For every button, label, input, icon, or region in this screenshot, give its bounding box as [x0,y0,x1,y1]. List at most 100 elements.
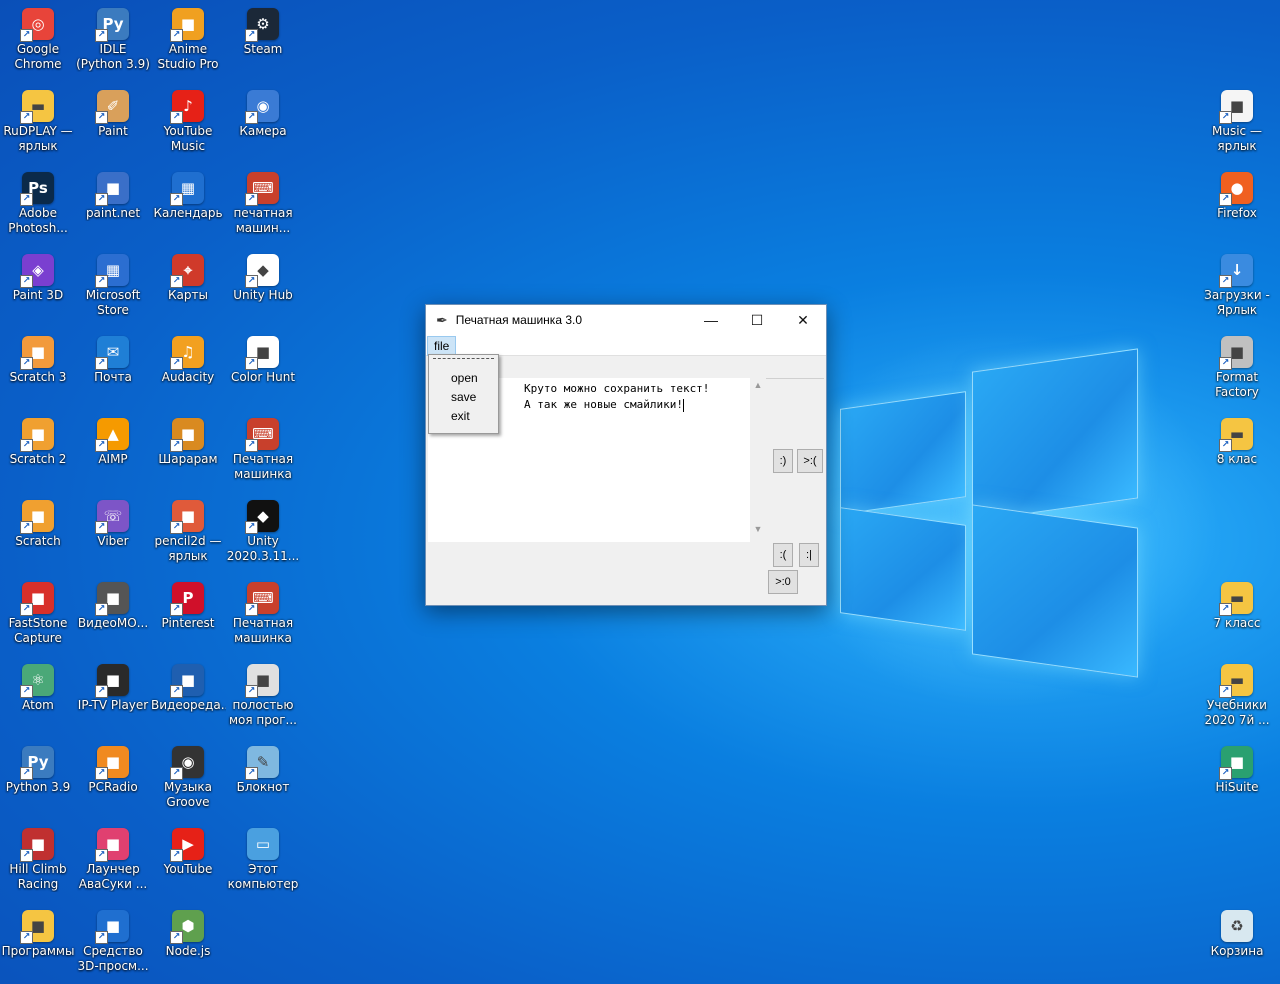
title-bar[interactable]: ✒ Печатная машинка 3.0 — ☐ ✕ [426,305,826,335]
desktop-icon[interactable]: ✎ ↗ Блокнот [225,742,301,820]
desktop-icon[interactable]: ■ ↗ ВидеоМО... [75,578,151,656]
desktop-icon[interactable]: ⚙ ↗ Steam [225,4,301,82]
icon-glyph: ◉ [256,96,270,115]
desktop-icon[interactable]: ▬ ↗ 8 клас [1199,414,1275,492]
desktop-icon[interactable]: ☏ ↗ Viber [75,496,151,574]
desktop-icon[interactable]: ■ ↗ HiSuite [1199,742,1275,820]
neutral-button[interactable]: :| [799,543,819,567]
desktop-icon[interactable]: P ↗ Pinterest [150,578,226,656]
desktop-icon[interactable]: ▦ ↗ Microsoft Store [75,250,151,328]
icon-glyph: ▬ [30,96,46,115]
desktop-icon[interactable]: ♪ ↗ YouTube Music [150,86,226,164]
desktop-icon[interactable]: ■ ↗ Music — ярлык [1199,86,1275,164]
desktop-icon[interactable]: ■ ↗ FastStone Capture [0,578,76,656]
menu-item-exit[interactable]: exit [429,407,498,426]
desktop-icon[interactable]: ▬ ↗ 7 класс [1199,578,1275,656]
icon-glyph: ■ [105,178,121,197]
tearoff-line[interactable] [433,358,494,369]
desktop-icon[interactable]: ▶ ↗ YouTube [150,824,226,902]
logo-pane-tl [840,391,966,515]
desktop-icon[interactable]: ⌖ ↗ Карты [150,250,226,328]
menu-file[interactable]: file [427,336,457,356]
menu-item-open[interactable]: open [429,369,498,388]
shortcut-arrow-icon: ↗ [170,767,183,780]
icon-glyph: ✎ [256,752,270,771]
desktop-icon[interactable]: ■ ↗ PCRadio [75,742,151,820]
desktop-icon[interactable]: ⌨ ↗ печатная машин... [225,168,301,246]
desktop-icon[interactable]: ■↗Anime Studio Pro ... [150,4,226,82]
desktop-icon[interactable]: ↓ ↗ Загрузки - Ярлык [1199,250,1275,328]
text-line-2-content: А так же новые смайлики! [524,398,683,411]
desktop-icon[interactable]: ■ ↗ Программы [0,906,76,984]
desktop-icon-label: Печатная машинка 2... [232,452,294,481]
desktop-icon[interactable]: Ps ↗ Adobe Photosh... [0,168,76,246]
desktop-icon[interactable]: ◉ ↗ Музыка Groove [150,742,226,820]
desktop-icon[interactable]: ✐ ↗ Paint [75,86,151,164]
desktop-icon-label: Scratch 3 [9,370,67,384]
desktop-icon-label: Pinterest [161,616,215,630]
desktop-icon[interactable]: ■ ↗ paint.net [75,168,151,246]
desktop-icon-label: ВидеоМО... [77,616,149,630]
desktop-icon[interactable]: ■ ↗ Hill Climb Racing [0,824,76,902]
desktop-icon[interactable]: ■ ↗ Color Hunt [225,332,301,410]
desktop-icon[interactable]: ◎ ↗ Google Chrome [0,4,76,82]
menu-item-save[interactable]: save [429,388,498,407]
desktop-icon-label: Этот компьютер [227,862,299,891]
vertical-scrollbar[interactable]: ▲ ▼ [750,378,766,542]
scroll-down-icon[interactable]: ▼ [750,524,766,534]
paint3d-icon: ◈ ↗ [20,254,54,288]
desktop-icon[interactable]: ■ ↗ Видеореда... [150,660,226,738]
desktop-icon[interactable]: ▬ ↗ Учебники 2020 7й ... [1199,660,1275,738]
desktop-icon[interactable]: ◆ ↗ Unity Hub [225,250,301,328]
scroll-up-icon[interactable]: ▲ [750,380,766,390]
shortcut-arrow-icon: ↗ [20,275,33,288]
icon-glyph: ■ [30,834,46,853]
desktop-icon[interactable]: ■ ↗ полостью моя прог... [225,660,301,738]
desktop-icon[interactable]: ◉ ↗ Камера [225,86,301,164]
desktop-icon[interactable]: ■ ↗ IP-TV Player [75,660,151,738]
close-button[interactable]: ✕ [780,305,826,335]
desktop-icon[interactable]: ● ↗ Firefox [1199,168,1275,246]
desktop-icon[interactable]: Py ↗ Python 3.9 [0,742,76,820]
desktop-icon-label: Hill Climb Racing [9,862,67,891]
icon-glyph: ■ [180,424,196,443]
desktop-icon[interactable]: ▭ Этот компьютер [225,824,301,902]
desktop-icon[interactable]: ⬢ ↗ Node.js [150,906,226,984]
maximize-button[interactable]: ☐ [734,305,780,335]
desktop-icon[interactable]: ■ ↗ Средство 3D-просм... [75,906,151,984]
desktop-icon[interactable]: ■ ↗ Scratch 3 [0,332,76,410]
desktop-icon[interactable]: ⌨↗Печатная машинка 2... [225,414,301,492]
desktop-icon[interactable]: ▲ ↗ AIMP [75,414,151,492]
shocked-button[interactable]: >:0 [768,570,798,594]
desktop-icon[interactable]: ■ ↗ Format Factory [1199,332,1275,410]
desktop-icon[interactable]: ■ ↗ Scratch [0,496,76,574]
desktop-icon[interactable]: ⌨↗Печатная машинка 3... [225,578,301,656]
desktop-icon[interactable]: ■ ↗ Шарарам [150,414,226,492]
desktop-icon[interactable]: Py ↗ IDLE (Python 3.9) [75,4,151,82]
desktop-icon[interactable]: ▦ ↗ Календарь [150,168,226,246]
desktop-icon[interactable]: ▬ ↗ RuDPLAY — ярлык [0,86,76,164]
desktop-icon[interactable]: ♻ Корзина [1199,906,1275,984]
desktop-icon[interactable]: ⚛ ↗ Atom [0,660,76,738]
shortcut-arrow-icon: ↗ [20,29,33,42]
desktop-icon[interactable]: ■ ↗ Scratch 2 [0,414,76,492]
desktop-icon[interactable]: ◆ ↗ Unity 2020.3.11... [225,496,301,574]
smile-button[interactable]: :) [773,449,793,473]
desktop-icon[interactable]: ♫ ↗ Audacity [150,332,226,410]
icon-glyph: ■ [30,342,46,361]
desktop-icon-label: Средство 3D-просм... [77,944,149,973]
youtube-music-icon: ♪ ↗ [170,90,204,124]
sad-button[interactable]: :( [773,543,793,567]
icon-glyph: ■ [105,834,121,853]
desktop-icon-label: Firefox [1217,206,1257,220]
desktop-icon[interactable]: ◈ ↗ Paint 3D [0,250,76,328]
desktop-icon[interactable]: ■ ↗ Лаунчер АваСуки ... [75,824,151,902]
desktop-icon[interactable]: ■ ↗ pencil2d — ярлык [150,496,226,574]
icon-glyph: ◎ [31,14,45,33]
python-icon: Py ↗ [20,746,54,780]
chrome-icon: ◎ ↗ [20,8,54,42]
angry-button[interactable]: >:( [797,449,823,473]
desktop-icon[interactable]: ✉ ↗ Почта [75,332,151,410]
minimize-button[interactable]: — [688,305,734,335]
notepad-icon: ✎ ↗ [245,746,279,780]
